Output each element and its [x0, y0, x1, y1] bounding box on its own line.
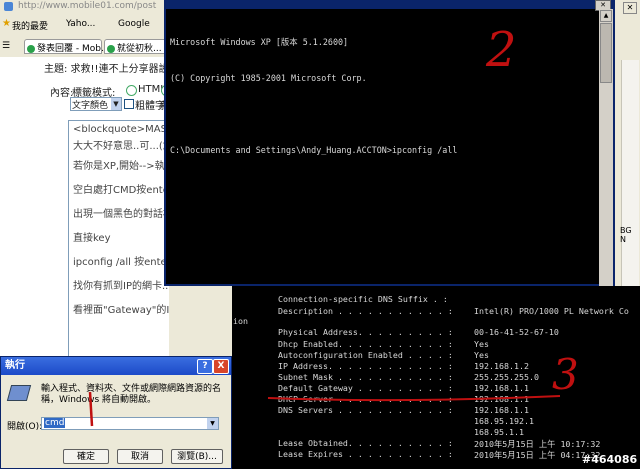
annotation-one: 1	[84, 392, 85, 393]
annotation-two: 2	[486, 22, 517, 78]
annotation-one-stroke	[88, 391, 94, 427]
annotation-overlay	[88, 391, 561, 427]
gateway-underline	[267, 395, 561, 402]
watermark: #464086	[582, 453, 638, 466]
annotation-three: 3	[552, 350, 579, 399]
